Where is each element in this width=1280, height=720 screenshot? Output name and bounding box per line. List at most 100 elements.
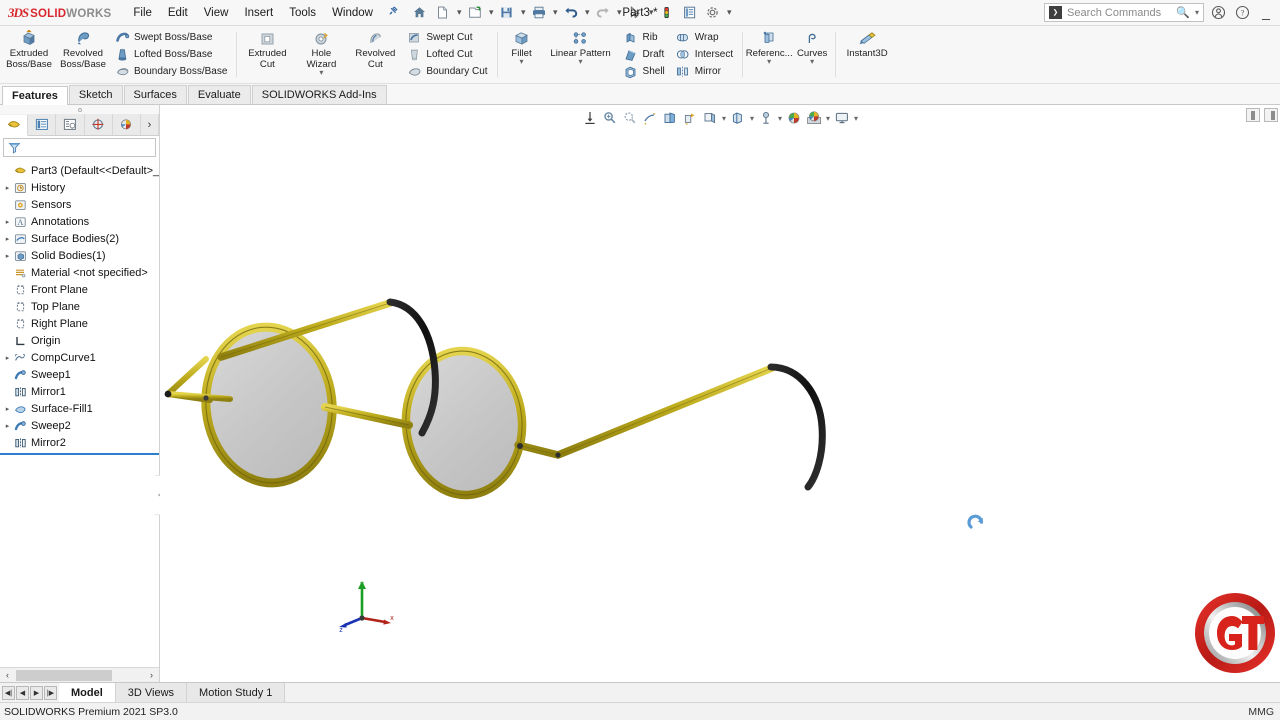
tree-item-mirror1[interactable]: Mirror1 [0, 383, 159, 400]
tab-solidworks-add-ins[interactable]: SOLIDWORKS Add-Ins [252, 85, 387, 104]
tree-item-right-plane[interactable]: Right Plane [0, 315, 159, 332]
tree-item-top-plane[interactable]: Top Plane [0, 298, 159, 315]
menu-item-tools[interactable]: Tools [281, 3, 324, 23]
minimize-icon[interactable]: _ [1256, 3, 1276, 23]
tree-expander[interactable]: ▸ [2, 405, 13, 413]
graphics-viewport[interactable]: ▾ ▾ ▾ ▾ ▾ [160, 105, 1280, 682]
wrap-button[interactable]: Wrap [673, 29, 737, 46]
pin-icon[interactable] [387, 5, 399, 20]
tree-item-origin[interactable]: Origin [0, 332, 159, 349]
linear-pattern-dropdown[interactable]: ▾ [579, 59, 583, 65]
print-icon[interactable] [528, 2, 550, 24]
tree-item-sensors[interactable]: Sensors [0, 196, 159, 213]
scroll-left-arrow[interactable]: ‹ [1, 670, 14, 680]
feature-tree-hscrollbar[interactable]: ‹ › [0, 667, 159, 682]
file-properties-icon[interactable] [679, 2, 701, 24]
tree-expander[interactable]: ▸ [2, 235, 13, 243]
swept-cut-button[interactable]: Swept Cut [404, 29, 491, 46]
mirror-button[interactable]: Mirror [673, 63, 737, 80]
extruded-boss-base-button[interactable]: Extruded Boss/Base [2, 26, 56, 83]
extruded-cut-button[interactable]: Extruded Cut [240, 26, 294, 83]
reference-geometry-button[interactable]: Referenc... ▾ [746, 26, 792, 83]
instant3d-button[interactable]: Instant3D [839, 26, 895, 83]
tree-item-front-plane[interactable]: Front Plane [0, 281, 159, 298]
feature-tree-filter[interactable] [3, 138, 156, 157]
feature-manager-tab[interactable] [0, 115, 28, 136]
previous-tab-button[interactable]: ◀ [16, 686, 29, 700]
help-icon[interactable]: ? [1232, 3, 1252, 23]
search-input[interactable]: Search Commands [1067, 7, 1171, 19]
reference-geometry-dropdown[interactable]: ▾ [767, 59, 771, 65]
curves-dropdown[interactable]: ▾ [810, 59, 814, 65]
redo-icon[interactable] [592, 2, 614, 24]
tab-model[interactable]: Model [59, 683, 116, 702]
tree-expander[interactable]: ▸ [2, 184, 13, 192]
undo-icon[interactable] [560, 2, 582, 24]
home-icon[interactable] [409, 2, 431, 24]
search-commands-box[interactable]: ❯ Search Commands 🔍 ▾ [1044, 3, 1204, 22]
rib-button[interactable]: Rib [621, 29, 669, 46]
save-dropdown[interactable]: ▾ [519, 7, 527, 18]
search-icon[interactable]: 🔍 [1176, 6, 1190, 19]
intersect-button[interactable]: Intersect [673, 46, 737, 63]
tree-expander[interactable]: ▸ [2, 354, 13, 362]
open-document-dropdown[interactable]: ▾ [487, 7, 495, 18]
options-gear-icon[interactable] [702, 2, 724, 24]
curves-button[interactable]: Curves ▾ [792, 26, 832, 83]
lofted-cut-button[interactable]: Lofted Cut [404, 46, 491, 63]
rebuild-traffic-light-icon[interactable] [656, 2, 678, 24]
tree-item-sweep1[interactable]: Sweep1 [0, 366, 159, 383]
boundary-boss-base-button[interactable]: Boundary Boss/Base [112, 63, 231, 80]
search-scope-icon[interactable]: ❯ [1049, 6, 1062, 19]
new-document-dropdown[interactable]: ▾ [455, 7, 463, 18]
next-tab-button[interactable]: ▶ [30, 686, 43, 700]
tree-item-mirror2[interactable]: Mirror2 [0, 434, 159, 451]
fillet-button[interactable]: Fillet ▾ [501, 26, 543, 83]
tab-sketch[interactable]: Sketch [69, 85, 123, 104]
panel-drag-handle[interactable] [0, 105, 159, 114]
tree-item-compcurve1[interactable]: ▸ CompCurve1 [0, 349, 159, 366]
account-icon[interactable] [1208, 3, 1228, 23]
menu-item-window[interactable]: Window [324, 3, 381, 23]
undo-dropdown[interactable]: ▾ [583, 7, 591, 18]
property-manager-tab[interactable] [28, 114, 56, 135]
configuration-manager-tab[interactable] [56, 114, 84, 135]
select-cursor-icon[interactable] [624, 2, 646, 24]
scroll-thumb[interactable] [16, 670, 112, 681]
save-icon[interactable] [496, 2, 518, 24]
tree-expander[interactable]: ▸ [2, 422, 13, 430]
linear-pattern-button[interactable]: Linear Pattern ▾ [543, 26, 619, 83]
tree-item-annotations[interactable]: ▸ A Annotations [0, 213, 159, 230]
revolved-boss-base-button[interactable]: Revolved Boss/Base [56, 26, 110, 83]
menu-item-file[interactable]: File [125, 3, 160, 23]
menu-item-view[interactable]: View [196, 3, 237, 23]
options-dropdown[interactable]: ▾ [725, 7, 733, 18]
tab-features[interactable]: Features [2, 86, 68, 105]
menu-item-insert[interactable]: Insert [236, 3, 281, 23]
search-dropdown-icon[interactable]: ▾ [1195, 8, 1199, 17]
open-document-icon[interactable] [464, 2, 486, 24]
tree-item-history[interactable]: ▸ History [0, 179, 159, 196]
redo-dropdown[interactable]: ▾ [615, 7, 623, 18]
lofted-boss-base-button[interactable]: Lofted Boss/Base [112, 46, 231, 63]
boundary-cut-button[interactable]: Boundary Cut [404, 63, 491, 80]
revolved-cut-button[interactable]: Revolved Cut [348, 26, 402, 83]
print-dropdown[interactable]: ▾ [551, 7, 559, 18]
tab-surfaces[interactable]: Surfaces [124, 85, 187, 104]
hole-wizard-button[interactable]: Hole Wizard ▾ [294, 26, 348, 83]
select-dropdown[interactable]: ▾ [647, 7, 655, 18]
menu-item-edit[interactable]: Edit [160, 3, 196, 23]
tree-item-surface-bodies[interactable]: ▸ Surface Bodies(2) [0, 230, 159, 247]
scroll-track[interactable] [14, 670, 145, 681]
tree-item-material[interactable]: Material <not specified> [0, 264, 159, 281]
swept-boss-base-button[interactable]: Swept Boss/Base [112, 29, 231, 46]
fillet-dropdown[interactable]: ▾ [520, 59, 524, 65]
new-document-icon[interactable] [432, 2, 454, 24]
more-manager-tabs[interactable]: › [141, 114, 159, 135]
display-manager-tab[interactable] [113, 114, 141, 135]
first-tab-button[interactable]: ◀| [2, 686, 15, 700]
scroll-right-arrow[interactable]: › [145, 670, 158, 680]
eyeglasses-model[interactable] [160, 105, 1280, 705]
tab-evaluate[interactable]: Evaluate [188, 85, 251, 104]
tree-item-sweep2[interactable]: ▸ Sweep2 [0, 417, 159, 434]
